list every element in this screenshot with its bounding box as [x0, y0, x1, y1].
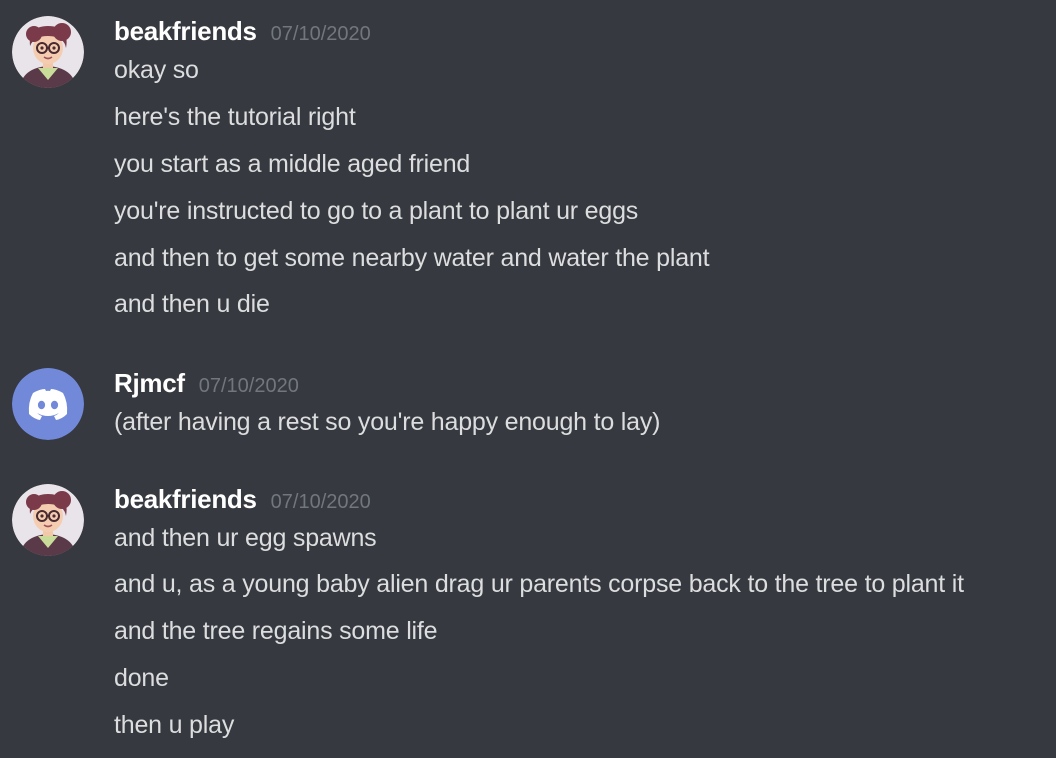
username[interactable]: beakfriends [114, 16, 257, 47]
message-text: you're instructed to go to a plant to pl… [114, 197, 639, 225]
message-header: beakfriends 07/10/2020 [114, 16, 371, 50]
user-avatar[interactable] [12, 16, 84, 88]
user-avatar[interactable] [12, 368, 84, 440]
message-text: and then ur egg spawns [114, 524, 377, 552]
message-text: okay so [114, 56, 199, 84]
message-text: here's the tutorial right [114, 103, 356, 131]
message-text: and u, as a young baby alien drag ur par… [114, 570, 964, 598]
username[interactable]: beakfriends [114, 484, 257, 515]
username[interactable]: Rjmcf [114, 368, 185, 399]
message-text: and the tree regains some life [114, 617, 438, 645]
cartoon-person-avatar-icon [12, 16, 84, 88]
message-header: beakfriends 07/10/2020 [114, 484, 371, 518]
user-avatar[interactable] [12, 484, 84, 556]
message-text: you start as a middle aged friend [114, 150, 471, 178]
message-header: Rjmcf 07/10/2020 [114, 368, 299, 402]
timestamp: 07/10/2020 [270, 491, 371, 513]
message-text: done [114, 664, 169, 692]
message-text: and then u die [114, 290, 270, 318]
message-text: then u play [114, 711, 235, 739]
cartoon-person-avatar-icon [12, 484, 84, 556]
timestamp: 07/10/2020 [270, 23, 371, 45]
message-text: (after having a rest so you're happy eno… [114, 408, 661, 436]
discord-logo-icon [12, 368, 84, 440]
message-text: and then to get some nearby water and wa… [114, 244, 710, 272]
timestamp: 07/10/2020 [198, 375, 299, 397]
